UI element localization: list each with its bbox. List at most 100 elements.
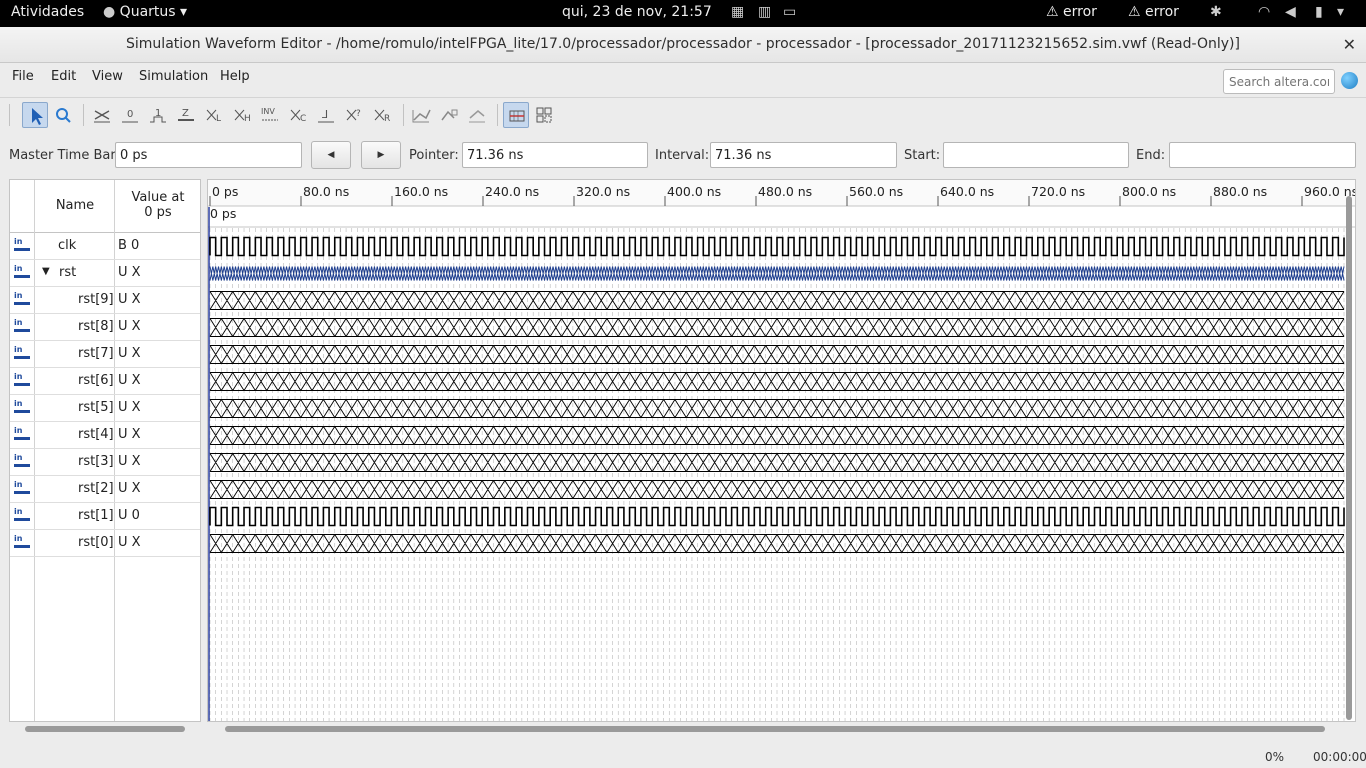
previous-transition-button[interactable]: ◀ [311, 141, 351, 169]
interval-label: Interval: [655, 148, 710, 163]
forcing-high-icon[interactable]: 1 [145, 102, 171, 128]
waveform-horizontal-scrollbar[interactable] [225, 726, 1325, 732]
pointer-label: Pointer: [409, 148, 459, 163]
window-title-bar: Simulation Waveform Editor - /home/romul… [0, 27, 1366, 63]
grouping-icon[interactable] [531, 102, 557, 128]
input-pin-icon: in [14, 291, 32, 307]
uninitialized-icon[interactable] [89, 102, 115, 128]
waveform-panel[interactable]: 0 ps 80.0 ns 160.0 ns 240.0 ns 320.0 ns 400.0… [207, 179, 1356, 722]
start-field[interactable] [943, 142, 1129, 168]
time-cursor-label: 0 ps [210, 206, 236, 221]
signal-row[interactable]: in rst[0] U X [10, 530, 200, 557]
search-input[interactable] [1223, 69, 1335, 94]
ruler-tick-label: 160.0 ns [394, 184, 448, 199]
selection-tool-icon[interactable] [22, 102, 48, 128]
signal-name: rst[2] [78, 481, 114, 496]
signal-name: rst[0] [78, 535, 114, 550]
ruler-tick-label: 880.0 ns [1213, 184, 1267, 199]
waveform-vertical-scrollbar[interactable] [1346, 196, 1352, 720]
app-menu[interactable]: ● Quartus ▾ [103, 4, 187, 20]
ruler-tick-label: 320.0 ns [576, 184, 630, 199]
weak-low-icon[interactable]: L [201, 102, 227, 128]
zoom-tool-icon[interactable] [50, 102, 76, 128]
snap-to-grid-icon[interactable] [408, 102, 434, 128]
signal-row[interactable]: in ▼ rst U X [10, 260, 200, 287]
ruler-tick-label: 560.0 ns [849, 184, 903, 199]
rescale-icon[interactable] [436, 102, 462, 128]
svg-text:⅃: ⅃ [322, 108, 328, 121]
random-value-icon[interactable]: R [369, 102, 395, 128]
volume-muted-icon[interactable]: ◀ [1285, 4, 1296, 20]
signal-list-panel: Name Value at 0 ps in clk B 0 in ▼ rst U X in rs… [9, 179, 201, 722]
input-pin-icon: in [14, 399, 32, 415]
signal-row[interactable]: in rst[5] U X [10, 395, 200, 422]
value-column-header[interactable]: Value at 0 ps [116, 190, 200, 220]
svg-text:R: R [384, 114, 390, 124]
signal-row[interactable]: in rst[2] U X [10, 476, 200, 503]
reverse-icon[interactable] [464, 102, 490, 128]
next-transition-button[interactable]: ▶ [361, 141, 401, 169]
signal-row[interactable]: in rst[8] U X [10, 314, 200, 341]
weak-high-icon[interactable]: H [229, 102, 255, 128]
elapsed-time: 00:00:00 [1313, 750, 1366, 764]
menu-file[interactable]: File [12, 69, 34, 84]
forcing-low-icon[interactable]: 0 [117, 102, 143, 128]
input-pin-icon: in [14, 237, 32, 253]
signal-row[interactable]: in rst[6] U X [10, 368, 200, 395]
invert-icon[interactable]: INV [257, 102, 283, 128]
toolbar-separator [9, 104, 10, 126]
activities-button[interactable]: Atividades [11, 4, 84, 20]
pointer-field[interactable] [462, 142, 648, 168]
signal-value: U X [118, 373, 141, 388]
master-time-bar-field[interactable] [115, 142, 302, 168]
signal-value: U X [118, 292, 141, 307]
end-label: End: [1136, 148, 1166, 163]
settings-icon[interactable]: ✱ [1210, 4, 1222, 20]
signal-row[interactable]: in rst[3] U X [10, 449, 200, 476]
close-icon[interactable]: ✕ [1343, 35, 1356, 54]
waveform-canvas[interactable]: 0 ps 80.0 ns 160.0 ns 240.0 ns 320.0 ns 400.0… [208, 180, 1356, 722]
toolbar-separator [497, 104, 498, 126]
signal-name: rst[7] [78, 346, 114, 361]
ruler-tick-label: 480.0 ns [758, 184, 812, 199]
chip-icon[interactable]: ▦ [731, 4, 744, 20]
chevron-down-icon[interactable]: ▾ [1337, 4, 1344, 20]
menu-edit[interactable]: Edit [51, 69, 76, 84]
globe-icon[interactable] [1341, 72, 1358, 89]
notes-icon[interactable]: ▥ [758, 4, 771, 20]
signal-name: rst [59, 265, 77, 280]
name-column-header[interactable]: Name [36, 198, 114, 213]
signal-row[interactable]: in rst[4] U X [10, 422, 200, 449]
signal-row[interactable]: in clk B 0 [10, 233, 200, 260]
high-impedance-icon[interactable]: Z [173, 102, 199, 128]
unknown-waveform [209, 399, 1345, 418]
clock-value-icon[interactable]: ⅃ [313, 102, 339, 128]
signal-value: U 0 [118, 508, 140, 523]
wifi-icon[interactable]: ◠ [1258, 4, 1270, 20]
arbitrary-value-icon[interactable]: ? [341, 102, 367, 128]
input-pin-icon: in [14, 372, 32, 388]
display-icon[interactable]: ▭ [783, 4, 796, 20]
error-indicator-1[interactable]: ⚠ error [1046, 4, 1097, 20]
signal-row[interactable]: in rst[9] U X [10, 287, 200, 314]
end-field[interactable] [1169, 142, 1356, 168]
menu-help[interactable]: Help [220, 69, 250, 84]
status-bar: 0% 00:00:00 [0, 745, 1366, 768]
signal-list-horizontal-scrollbar[interactable] [25, 726, 185, 732]
menu-simulation[interactable]: Simulation [139, 69, 208, 84]
signal-row[interactable]: in rst[7] U X [10, 341, 200, 368]
chevron-down-icon: ▾ [180, 4, 188, 20]
signal-value: B 0 [118, 238, 140, 253]
signal-name: rst[1] [78, 508, 114, 523]
battery-icon[interactable]: ▮ [1315, 4, 1323, 20]
error-indicator-2[interactable]: ⚠ error [1128, 4, 1179, 20]
interval-field[interactable] [710, 142, 897, 168]
signal-row[interactable]: in rst[1] U 0 [10, 503, 200, 530]
snap-grid-toggle-icon[interactable] [503, 102, 529, 128]
menu-view[interactable]: View [92, 69, 123, 84]
progress-text: 0% [1265, 750, 1285, 764]
clock[interactable]: qui, 23 de nov, 21:57 [562, 4, 712, 20]
count-value-icon[interactable]: C [285, 102, 311, 128]
collapse-arrow-icon[interactable]: ▼ [42, 266, 50, 277]
ruler-tick-label: 240.0 ns [485, 184, 539, 199]
